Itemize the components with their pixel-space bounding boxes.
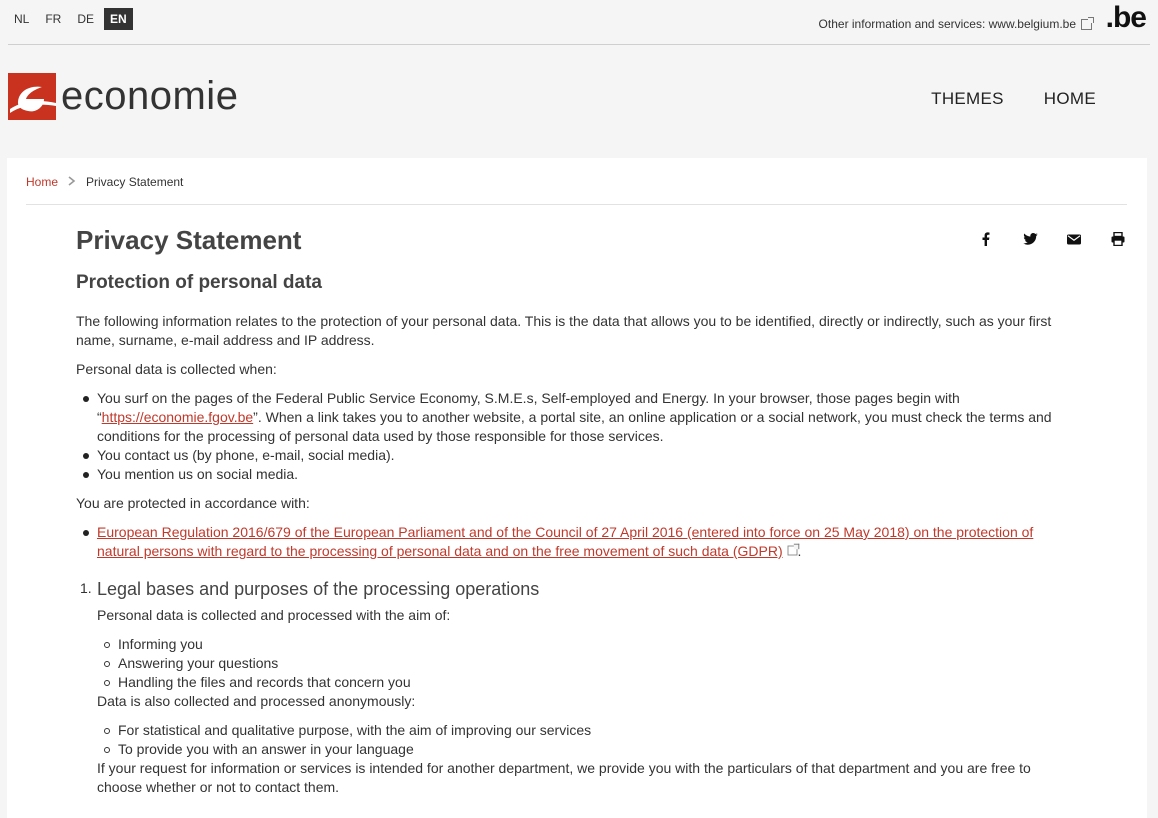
external-link-icon bbox=[1081, 16, 1094, 30]
page-subtitle: Protection of personal data bbox=[76, 272, 322, 293]
intro-paragraph: The following information relates to the… bbox=[76, 313, 1052, 348]
economie-url-link[interactable]: https://economie.fgov.be bbox=[102, 409, 254, 425]
nav-themes[interactable]: THEMES bbox=[931, 89, 1004, 109]
list-item: To provide you with an answer in your la… bbox=[97, 740, 1066, 759]
main-content: Privacy Statement Protection of personal… bbox=[76, 224, 1066, 797]
list-item: Informing you bbox=[97, 635, 1066, 654]
lang-de[interactable]: DE bbox=[71, 8, 100, 30]
list-item: You contact us (by phone, e-mail, social… bbox=[76, 446, 1066, 465]
list-item: You mention us on social media. bbox=[76, 465, 1066, 484]
aim-label: Personal data is collected and processed… bbox=[97, 607, 451, 623]
logo-text: economie bbox=[61, 74, 239, 118]
section-1: 1. Legal bases and purposes of the proce… bbox=[76, 577, 1066, 797]
chevron-right-icon bbox=[68, 175, 76, 189]
language-switcher: NL FR DE EN bbox=[8, 8, 137, 30]
other-info-text: Other information and services: www.belg… bbox=[818, 17, 1076, 31]
section-title: Legal bases and purposes of the processi… bbox=[97, 579, 540, 599]
nav-home[interactable]: HOME bbox=[1044, 89, 1096, 109]
section-closing: If your request for information or servi… bbox=[97, 760, 1031, 795]
anon-label: Data is also collected and processed ano… bbox=[97, 693, 416, 709]
page-title: Privacy Statement bbox=[76, 225, 302, 255]
external-link-icon bbox=[787, 543, 799, 556]
breadcrumb-current: Privacy Statement bbox=[86, 175, 184, 189]
list-item: For statistical and qualitative purpose,… bbox=[97, 721, 1066, 740]
content-card: Home Privacy Statement Privacy Statement… bbox=[7, 158, 1147, 818]
list-item: Handling the files and records that conc… bbox=[97, 673, 1066, 692]
main-nav: THEMES HOME bbox=[931, 89, 1096, 109]
regulation-list: European Regulation 2016/679 of the Euro… bbox=[76, 523, 1066, 561]
gdpr-link[interactable]: European Regulation 2016/679 of the Euro… bbox=[97, 524, 1033, 559]
belgium-logo[interactable]: .be bbox=[1106, 1, 1147, 35]
lang-fr[interactable]: FR bbox=[39, 8, 67, 30]
list-item: You surf on the pages of the Federal Pub… bbox=[76, 389, 1066, 446]
other-info-link[interactable]: Other information and services: www.belg… bbox=[818, 16, 1094, 31]
email-icon[interactable] bbox=[1065, 230, 1083, 248]
breadcrumb-divider bbox=[26, 204, 1127, 205]
anon-list: For statistical and qualitative purpose,… bbox=[97, 721, 1066, 759]
collected-when-list: You surf on the pages of the Federal Pub… bbox=[76, 389, 1066, 484]
breadcrumb: Home Privacy Statement bbox=[26, 175, 183, 189]
collected-when-label: Personal data is collected when: bbox=[76, 361, 277, 377]
section-number: 1. bbox=[80, 580, 92, 596]
economie-logo[interactable]: economie bbox=[8, 73, 238, 120]
print-icon[interactable] bbox=[1109, 230, 1127, 248]
logo-e-icon bbox=[8, 73, 56, 120]
aims-list: Informing you Answering your questions H… bbox=[97, 635, 1066, 692]
breadcrumb-home[interactable]: Home bbox=[26, 175, 58, 189]
top-bar: NL FR DE EN Other information and servic… bbox=[8, 0, 1150, 45]
protected-label: You are protected in accordance with: bbox=[76, 495, 310, 511]
lang-en[interactable]: EN bbox=[104, 8, 133, 30]
site-header: economie THEMES HOME bbox=[0, 45, 1158, 157]
list-item: Answering your questions bbox=[97, 654, 1066, 673]
list-item: European Regulation 2016/679 of the Euro… bbox=[76, 523, 1066, 561]
lang-nl[interactable]: NL bbox=[8, 8, 35, 30]
